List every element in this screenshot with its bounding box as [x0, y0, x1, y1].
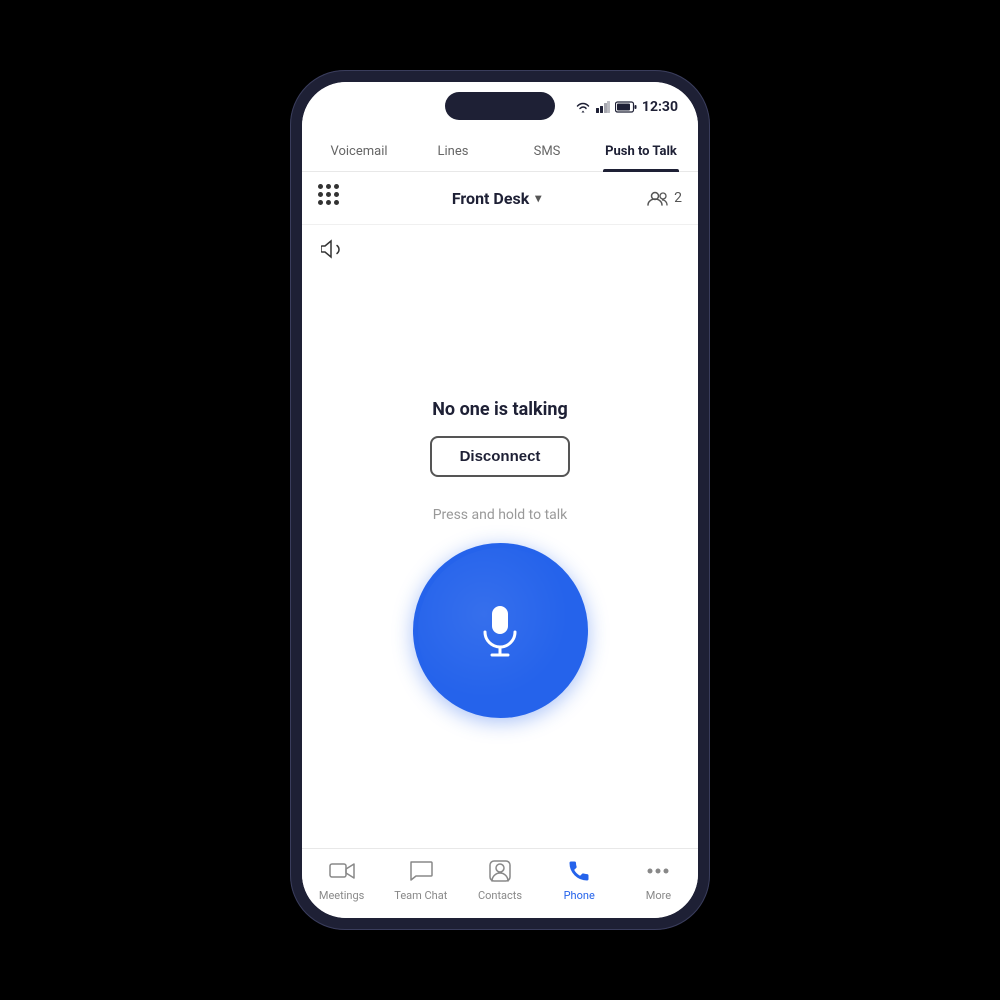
nav-team-chat[interactable]: Team Chat	[381, 857, 460, 902]
channel-name-button[interactable]: Front Desk ▾	[452, 189, 541, 208]
mic-icon	[465, 596, 535, 666]
phone-icon	[565, 857, 593, 885]
nav-more[interactable]: More	[619, 857, 698, 902]
speaker-button[interactable]	[318, 233, 350, 265]
meetings-icon	[328, 857, 356, 885]
grid-dots-button[interactable]	[318, 184, 346, 212]
signal-icon	[596, 101, 610, 113]
tab-sms[interactable]: SMS	[500, 132, 594, 171]
contacts-icon	[486, 857, 514, 885]
nav-contacts[interactable]: Contacts	[460, 857, 539, 902]
battery-icon	[615, 101, 637, 113]
controls-row	[302, 225, 698, 269]
main-content: No one is talking Disconnect Press and h…	[302, 269, 698, 848]
members-count: 2	[647, 190, 682, 206]
mic-button[interactable]	[413, 543, 588, 718]
channel-header: Front Desk ▾ 2	[302, 172, 698, 225]
tab-voicemail[interactable]: Voicemail	[312, 132, 406, 171]
team-chat-label: Team Chat	[394, 889, 447, 902]
nav-meetings[interactable]: Meetings	[302, 857, 381, 902]
status-text: No one is talking	[432, 399, 568, 420]
phone-label: Phone	[564, 889, 595, 902]
wifi-icon	[575, 101, 591, 113]
bottom-nav: Meetings Team Chat Con	[302, 848, 698, 918]
team-chat-icon	[407, 857, 435, 885]
status-bar: 12:30	[302, 82, 698, 132]
nav-phone[interactable]: Phone	[540, 857, 619, 902]
more-label: More	[646, 889, 671, 902]
notch	[445, 92, 555, 120]
meetings-label: Meetings	[319, 889, 364, 902]
speaker-icon	[321, 238, 347, 260]
more-icon	[644, 857, 672, 885]
phone-screen: 12:30 Voicemail Lines SMS Push to Talk	[302, 82, 698, 918]
status-time: 12:30	[642, 99, 678, 115]
chevron-down-icon: ▾	[535, 191, 541, 205]
phone-frame: 12:30 Voicemail Lines SMS Push to Talk	[290, 70, 710, 930]
tab-lines[interactable]: Lines	[406, 132, 500, 171]
top-tabs: Voicemail Lines SMS Push to Talk	[302, 132, 698, 172]
members-icon	[647, 190, 669, 206]
status-icons: 12:30	[575, 99, 678, 115]
press-hold-label: Press and hold to talk	[433, 507, 568, 523]
disconnect-button[interactable]: Disconnect	[430, 436, 571, 477]
tab-push-to-talk[interactable]: Push to Talk	[594, 132, 688, 171]
contacts-label: Contacts	[478, 889, 522, 902]
